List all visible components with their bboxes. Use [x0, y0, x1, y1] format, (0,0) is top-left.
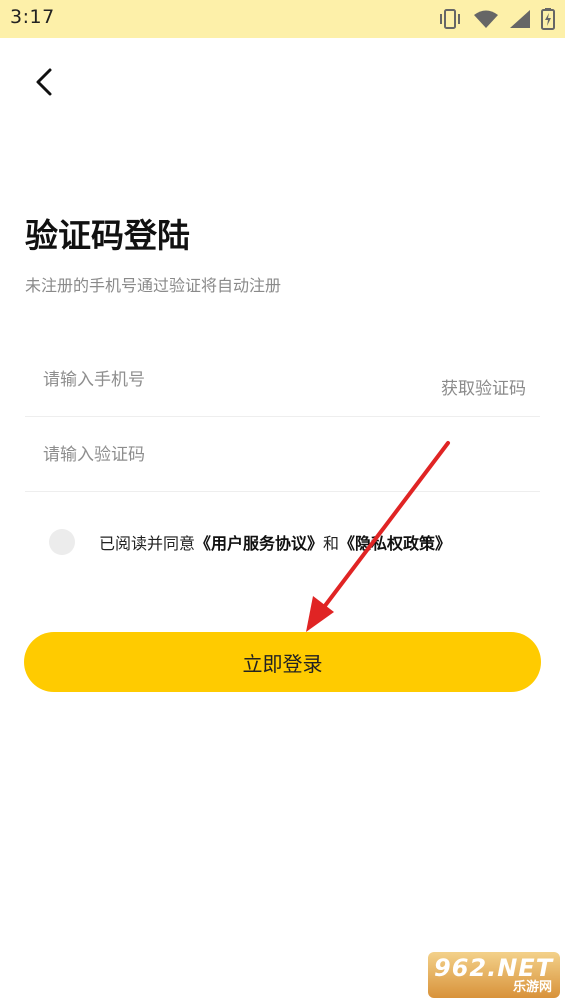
- get-code-button[interactable]: 获取验证码: [441, 374, 526, 399]
- agreement-row: 已阅读并同意 《用户服务协议》 和 《隐私权政策》: [49, 528, 451, 556]
- status-time: 3:17: [10, 6, 55, 28]
- annotation-arrow: [306, 441, 450, 632]
- page-title: 验证码登陆: [25, 216, 190, 255]
- chevron-left-icon: [36, 68, 52, 96]
- agreement-checkbox[interactable]: [49, 529, 75, 555]
- user-agreement-link[interactable]: 《用户服务协议》: [195, 530, 323, 554]
- agreement-conjunction: 和: [323, 534, 340, 553]
- code-input[interactable]: [43, 419, 523, 491]
- login-button[interactable]: 立即登录: [24, 632, 541, 692]
- code-field-row: [25, 419, 540, 492]
- phone-input[interactable]: [43, 344, 423, 416]
- agreement-prefix: 已阅读并同意: [99, 534, 196, 553]
- status-icons: [437, 6, 555, 32]
- page-subtitle: 未注册的手机号通过验证将自动注册: [25, 276, 282, 295]
- watermark-logo: 962.NET 乐游网: [428, 952, 560, 998]
- vibrate-icon: [440, 9, 460, 29]
- watermark-sub-text: 乐游网: [512, 980, 552, 995]
- battery-icon: [541, 8, 555, 30]
- status-bar: 3:17: [0, 0, 565, 38]
- phone-field-row: 获取验证码: [25, 344, 540, 417]
- signal-icon: [510, 10, 530, 28]
- privacy-policy-link[interactable]: 《隐私权政策》: [339, 530, 451, 554]
- wifi-icon: [474, 10, 498, 28]
- back-button[interactable]: [26, 62, 66, 102]
